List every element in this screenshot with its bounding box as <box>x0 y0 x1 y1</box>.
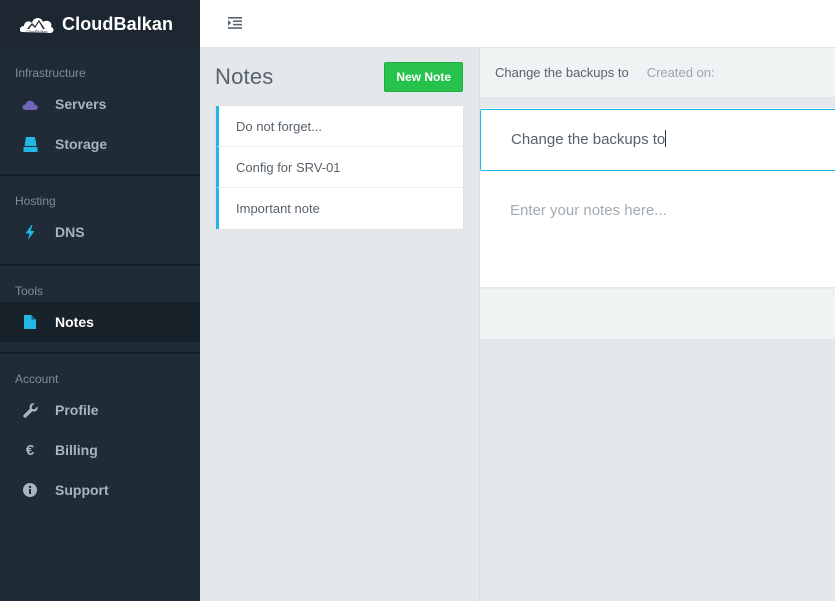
sidebar-item-billing[interactable]: € Billing <box>0 430 200 470</box>
created-on-label: Created on: <box>646 65 715 80</box>
brand[interactable]: CloudBalkan CloudBalkan <box>0 0 200 48</box>
sidebar-item-label: Support <box>55 482 109 498</box>
notes-list-panel: Notes New Note Do not forget... Config f… <box>200 48 480 601</box>
sidebar-item-label: DNS <box>55 224 85 240</box>
editor-header: Change the backups to Created on: <box>480 48 835 98</box>
info-icon <box>22 482 38 498</box>
note-title-input[interactable] <box>480 109 835 171</box>
section-hosting: Hosting DNS <box>0 176 200 266</box>
cloud-logo-icon: CloudBalkan <box>19 12 55 36</box>
section-title: Tools <box>15 284 44 298</box>
list-item[interactable]: Do not forget... <box>216 106 463 147</box>
section-title: Account <box>15 372 59 386</box>
section-tools: Tools Notes <box>0 266 200 354</box>
bolt-icon <box>22 224 38 240</box>
top-header <box>200 0 835 48</box>
section-infrastructure: Infrastructure Servers Storage <box>0 48 200 176</box>
section-title: Infrastructure <box>15 66 86 80</box>
sidebar-item-profile[interactable]: Profile <box>0 390 200 430</box>
sidebar-item-label: Billing <box>55 442 98 458</box>
list-item[interactable]: Important note <box>216 188 463 229</box>
sidebar-item-servers[interactable]: Servers <box>0 84 200 124</box>
euro-icon: € <box>25 441 35 459</box>
section-account: Account Profile € Billing Support <box>0 354 200 510</box>
note-editor: Change the backups to Created on: Change… <box>480 48 835 601</box>
editor-panel: Change the backups to <box>480 108 835 288</box>
sidebar-item-storage[interactable]: Storage <box>0 124 200 164</box>
section-title: Hosting <box>15 194 56 208</box>
sidebar-item-support[interactable]: Support <box>0 470 200 510</box>
logo-text: CloudBalkan <box>26 29 47 34</box>
editor-footer <box>480 288 835 339</box>
note-body-textarea[interactable] <box>480 172 835 288</box>
new-note-button[interactable]: New Note <box>384 61 463 92</box>
hard-drive-icon <box>22 136 38 152</box>
file-icon <box>22 314 38 330</box>
indent-menu-icon[interactable] <box>228 16 246 30</box>
editor-header-title: Change the backups to <box>495 65 629 80</box>
wrench-icon <box>22 402 38 418</box>
sidebar-item-notes[interactable]: Notes <box>0 302 200 342</box>
notes-list: Do not forget... Config for SRV-01 Impor… <box>215 105 464 230</box>
sidebar: CloudBalkan CloudBalkan Infrastructure S… <box>0 0 200 601</box>
page-title: Notes <box>215 63 274 89</box>
notes-header: Notes New Note <box>200 48 479 105</box>
brand-name: CloudBalkan <box>62 13 174 34</box>
sidebar-item-label: Notes <box>55 314 94 330</box>
list-item[interactable]: Config for SRV-01 <box>216 147 463 188</box>
cloud-icon <box>22 96 38 112</box>
sidebar-item-label: Servers <box>55 96 107 112</box>
sidebar-item-label: Profile <box>55 402 99 418</box>
sidebar-item-dns[interactable]: DNS <box>0 212 200 252</box>
sidebar-item-label: Storage <box>55 136 108 152</box>
